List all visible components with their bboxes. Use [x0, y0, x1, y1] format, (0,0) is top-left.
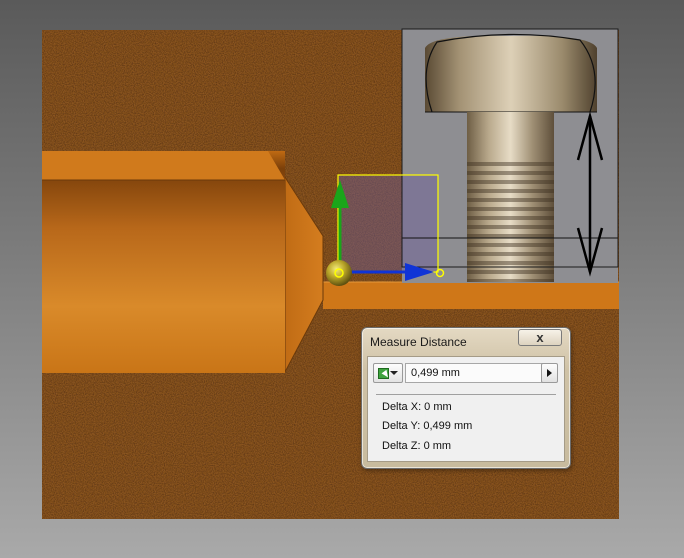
measure-distance-dialog: Measure Distance x 0,499 mm Delta X: 0 m…: [361, 327, 571, 469]
ledge-face: [323, 282, 619, 309]
part-shaft: [42, 151, 285, 373]
close-button[interactable]: x: [518, 329, 562, 346]
origin-ball-icon[interactable]: [326, 260, 352, 286]
chevron-down-icon: [390, 371, 398, 375]
separator: [376, 394, 556, 395]
delta-z-label: Delta Z: 0 mm: [382, 440, 452, 452]
delta-y-label: Delta Y: 0,499 mm: [382, 420, 473, 432]
delta-x-label: Delta X: 0 mm: [382, 401, 452, 413]
3d-viewport[interactable]: [0, 0, 684, 558]
distance-value-field[interactable]: 0,499 mm: [405, 363, 545, 383]
expand-button[interactable]: [541, 363, 558, 383]
dialog-body: 0,499 mm Delta X: 0 mm Delta Y: 0,499 mm…: [367, 356, 565, 462]
measure-mode-dropdown[interactable]: [373, 363, 403, 383]
dialog-title: Measure Distance: [370, 335, 467, 349]
chevron-right-icon: [547, 369, 552, 377]
